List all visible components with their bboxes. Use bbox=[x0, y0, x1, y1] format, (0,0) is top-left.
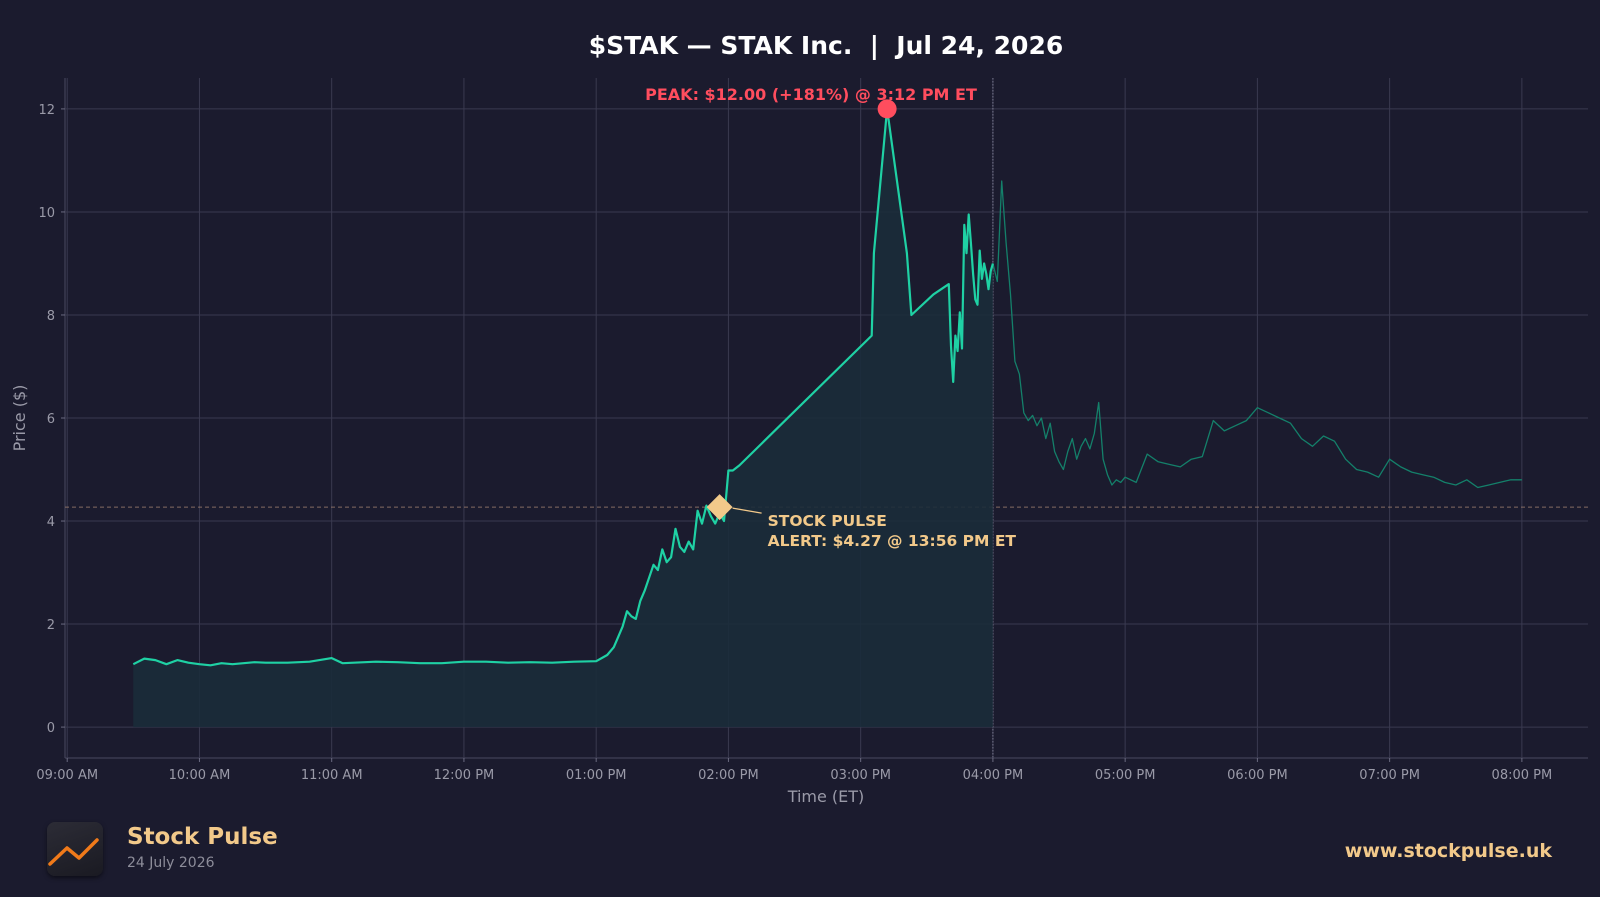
brand-name: Stock Pulse bbox=[127, 824, 278, 850]
chart-title: $STAK — STAK Inc. | Jul 24, 2026 bbox=[589, 31, 1064, 60]
price-chart: 0 2 4 6 8 10 12 09:00 AM 10:00 AM 11:00 AM 12:00 P… bbox=[10, 31, 1588, 806]
x-tick-label: 01:00 PM bbox=[566, 768, 627, 783]
trend-chart-icon bbox=[48, 838, 99, 866]
y-tick-label: 2 bbox=[47, 618, 55, 633]
peak-label: PEAK: $12.00 (+181%) @ 3:12 PM ET bbox=[645, 85, 977, 104]
x-tick-label: 05:00 PM bbox=[1095, 768, 1156, 783]
alert-label-line2: ALERT: $4.27 @ 13:56 PM ET bbox=[768, 532, 1017, 550]
x-tick-label: 04:00 PM bbox=[963, 768, 1024, 783]
y-axis-label: Price ($) bbox=[10, 385, 29, 452]
y-tick-label: 12 bbox=[38, 103, 55, 118]
x-tick-label: 07:00 PM bbox=[1359, 768, 1420, 783]
x-tick-label: 12:00 PM bbox=[434, 768, 495, 783]
brand-logo bbox=[47, 822, 103, 876]
y-tick-label: 0 bbox=[47, 721, 55, 736]
alert-label-line1: STOCK PULSE bbox=[768, 512, 887, 530]
brand-date: 24 July 2026 bbox=[127, 855, 215, 871]
x-tick-label: 08:00 PM bbox=[1492, 768, 1553, 783]
y-tick-label: 6 bbox=[47, 412, 55, 427]
x-tick-label: 02:00 PM bbox=[698, 768, 759, 783]
x-tick-label: 11:00 AM bbox=[301, 768, 363, 783]
x-tick-label: 03:00 PM bbox=[830, 768, 891, 783]
y-tick-label: 8 bbox=[47, 309, 55, 324]
y-tick-label: 10 bbox=[38, 206, 55, 221]
x-tick-label: 09:00 AM bbox=[36, 768, 98, 783]
x-tick-label: 10:00 AM bbox=[169, 768, 231, 783]
y-tick-label: 4 bbox=[47, 515, 55, 530]
x-tick-label: 06:00 PM bbox=[1227, 768, 1288, 783]
x-axis-label: Time (ET) bbox=[787, 787, 865, 806]
website-link[interactable]: www.stockpulse.uk bbox=[1345, 840, 1552, 862]
